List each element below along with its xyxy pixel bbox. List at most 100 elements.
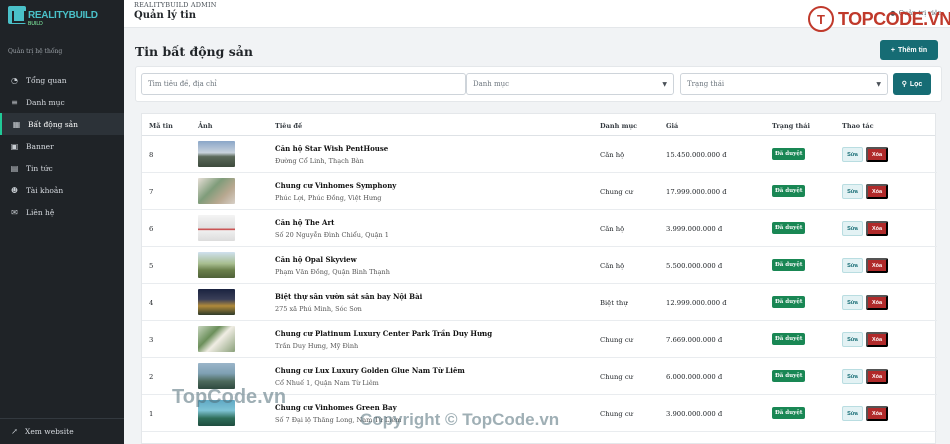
sidebar-item-real-estate[interactable]: ▦ Bất động sản (0, 113, 124, 135)
watermark-text-center: Copyright © TopCode.vn (360, 410, 560, 429)
topbar-title: Quản lý tin (134, 10, 196, 21)
row-id: 2 (149, 373, 154, 381)
header-category: Danh mục (600, 122, 638, 130)
sidebar-item-label: Tài khoản (26, 185, 64, 195)
listing-title[interactable]: Căn hộ The Art (275, 218, 389, 227)
search-icon: ⚲ (901, 81, 907, 88)
row-title-cell: Căn hộ The Art Số 20 Nguyễn Đình Chiểu, … (275, 218, 389, 239)
header-price: Giá (666, 122, 679, 130)
brand-name: REALITYBUILD (28, 9, 98, 21)
row-id: 3 (149, 336, 154, 344)
row-price: 17.999.000.000 đ (666, 188, 727, 196)
sidebar-item-label: Liên hệ (26, 207, 55, 217)
header-image: Ảnh (198, 122, 213, 130)
listing-thumbnail (198, 326, 235, 352)
table-row: 8 Căn hộ Star Wish PentHouse Đường Cổ Li… (142, 136, 937, 173)
row-category: Chung cư (600, 410, 634, 418)
listing-address: Phạm Văn Đồng, Quận Bình Thạnh (275, 268, 390, 276)
listing-title[interactable]: Chung cư Platinum Luxury Center Park Trầ… (275, 329, 492, 338)
external-link-icon: ↗ (11, 427, 18, 436)
sidebar-item-overview[interactable]: ◔ Tổng quan (0, 69, 124, 91)
listing-thumbnail (198, 141, 235, 167)
search-placeholder: Tìm tiêu đề, địa chỉ (148, 80, 217, 88)
header-id: Mã tin (149, 122, 173, 130)
filter-button[interactable]: ⚲ Lọc (893, 73, 931, 95)
filter-bar: Tìm tiêu đề, địa chỉ Danh mục ▼ Trạng th… (135, 66, 942, 102)
row-category: Chung cư (600, 188, 634, 196)
sidebar-item-label: Danh mục (26, 97, 65, 107)
topcode-badge-icon: T (808, 6, 834, 32)
row-price: 3.900.000.000 đ (666, 410, 723, 418)
listing-title[interactable]: Chung cư Vinhomes Symphony (275, 181, 396, 190)
listing-title[interactable]: Căn hộ Star Wish PentHouse (275, 144, 388, 153)
row-id: 8 (149, 151, 154, 159)
listing-title[interactable]: Căn hộ Opal Skyview (275, 255, 390, 264)
edit-button[interactable]: Sửa (842, 258, 863, 273)
sidebar-item-accounts[interactable]: ☻ Tài khoản (0, 179, 124, 201)
sidebar-item-label: Bất động sản (28, 119, 78, 129)
add-listing-button[interactable]: + Thêm tin (880, 40, 938, 60)
admin-label: REALITYBUILD ADMIN (134, 1, 217, 9)
search-input[interactable]: Tìm tiêu đề, địa chỉ (141, 73, 466, 95)
row-category: Căn hộ (600, 262, 625, 270)
delete-button[interactable]: Xóa (866, 221, 888, 236)
delete-button[interactable]: Xóa (866, 406, 888, 421)
delete-button[interactable]: Xóa (866, 147, 888, 162)
header-status: Trạng thái (772, 122, 810, 130)
row-category: Biệt thự (600, 299, 628, 307)
status-badge: Đã duyệt (772, 296, 806, 308)
listing-thumbnail (198, 215, 235, 241)
status-badge: Đã duyệt (772, 222, 806, 234)
row-id: 5 (149, 262, 154, 270)
row-category: Căn hộ (600, 151, 625, 159)
delete-button[interactable]: Xóa (866, 369, 888, 384)
image-icon: ▣ (10, 141, 19, 151)
listing-title[interactable]: Biệt thự sân vườn sát sân bay Nội Bài (275, 292, 422, 301)
listing-address: 275 xã Phú Minh, Sóc Sơn (275, 305, 362, 313)
brand[interactable]: REALITYBUILD BUILD (0, 0, 124, 44)
edit-button[interactable]: Sửa (842, 147, 863, 162)
sidebar-nav: ◔ Tổng quan ≡ Danh mục ▦ Bất động sản ▣ … (0, 69, 124, 223)
row-price: 6.000.000.000 đ (666, 373, 723, 381)
sidebar-item-banner[interactable]: ▣ Banner (0, 135, 124, 157)
sidebar-item-contact[interactable]: ✉ Liên hệ (0, 201, 124, 223)
table-row: 5 Căn hộ Opal Skyview Phạm Văn Đồng, Quậ… (142, 247, 937, 284)
category-placeholder: Danh mục (473, 80, 510, 88)
row-price: 3.999.000.000 đ (666, 225, 723, 233)
sidebar-item-news[interactable]: ▤ Tin tức (0, 157, 124, 179)
row-id: 1 (149, 410, 154, 418)
edit-button[interactable]: Sửa (842, 406, 863, 421)
sidebar-item-label: Banner (26, 141, 54, 151)
header-title: Tiêu đề (275, 122, 303, 130)
delete-button[interactable]: Xóa (866, 184, 888, 199)
listing-thumbnail (198, 252, 235, 278)
listing-thumbnail (198, 178, 235, 204)
row-price: 15.450.000.000 đ (666, 151, 727, 159)
plus-icon: + (890, 46, 895, 54)
system-label: Quản trị hệ thống (8, 48, 63, 55)
edit-button[interactable]: Sửa (842, 332, 863, 347)
edit-button[interactable]: Sửa (842, 184, 863, 199)
listing-address: Phúc Lợi, Phúc Đồng, Việt Hưng (275, 194, 382, 202)
sidebar-item-categories[interactable]: ≡ Danh mục (0, 91, 124, 113)
row-title-cell: Biệt thự sân vườn sát sân bay Nội Bài 27… (275, 292, 422, 313)
edit-button[interactable]: Sửa (842, 369, 863, 384)
edit-button[interactable]: Sửa (842, 295, 863, 310)
category-select[interactable]: Danh mục ▼ (466, 73, 674, 95)
status-badge: Đã duyệt (772, 259, 806, 271)
status-select[interactable]: Trạng thái ▼ (680, 73, 888, 95)
view-website-link[interactable]: ↗ Xem website (0, 418, 124, 444)
status-placeholder: Trạng thái (687, 80, 725, 88)
delete-button[interactable]: Xóa (866, 295, 888, 310)
row-id: 4 (149, 299, 154, 307)
row-id: 7 (149, 188, 154, 196)
edit-button[interactable]: Sửa (842, 221, 863, 236)
listing-title[interactable]: Chung cư Lux Luxury Golden Glue Nam Từ L… (275, 366, 465, 375)
row-category: Chung cư (600, 336, 634, 344)
delete-button[interactable]: Xóa (866, 258, 888, 273)
filter-button-label: Lọc (909, 80, 923, 88)
watermark-logo: T TOPCODE.VN (808, 6, 950, 32)
chat-icon: ✉ (11, 207, 18, 217)
row-title-cell: Chung cư Platinum Luxury Center Park Trầ… (275, 329, 492, 350)
delete-button[interactable]: Xóa (866, 332, 888, 347)
